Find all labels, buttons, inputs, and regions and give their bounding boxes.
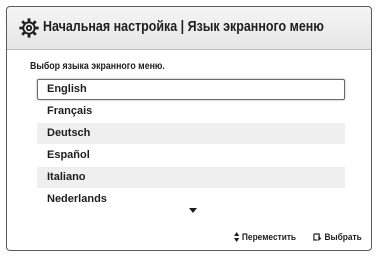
language-list: English Français Deutsch Español Italian… bbox=[37, 79, 345, 211]
dialog-header: Начальная настройка | Язык экранного мен… bbox=[7, 7, 371, 50]
footer-move-hint: Переместить bbox=[234, 232, 296, 243]
language-option-nederlands[interactable]: Nederlands bbox=[37, 189, 345, 210]
up-down-arrows-icon bbox=[234, 232, 240, 243]
language-option-deutsch[interactable]: Deutsch bbox=[37, 123, 345, 144]
move-label: Переместить bbox=[241, 232, 297, 243]
language-option-italiano[interactable]: Italiano bbox=[37, 167, 345, 188]
gear-icon bbox=[19, 18, 39, 38]
arrow-down-icon[interactable] bbox=[189, 208, 197, 213]
language-prompt: Выбор языка экранного меню. bbox=[30, 61, 165, 72]
language-option-espanol[interactable]: Español bbox=[37, 145, 345, 166]
footer-select-hint: Выбрать bbox=[313, 232, 362, 243]
language-option-francais[interactable]: Français bbox=[37, 101, 345, 122]
enter-icon bbox=[313, 233, 322, 241]
page-title: Начальная настройка | Язык экранного мен… bbox=[43, 19, 324, 35]
select-label: Выбрать bbox=[324, 232, 362, 243]
language-option-english[interactable]: English bbox=[37, 79, 345, 100]
